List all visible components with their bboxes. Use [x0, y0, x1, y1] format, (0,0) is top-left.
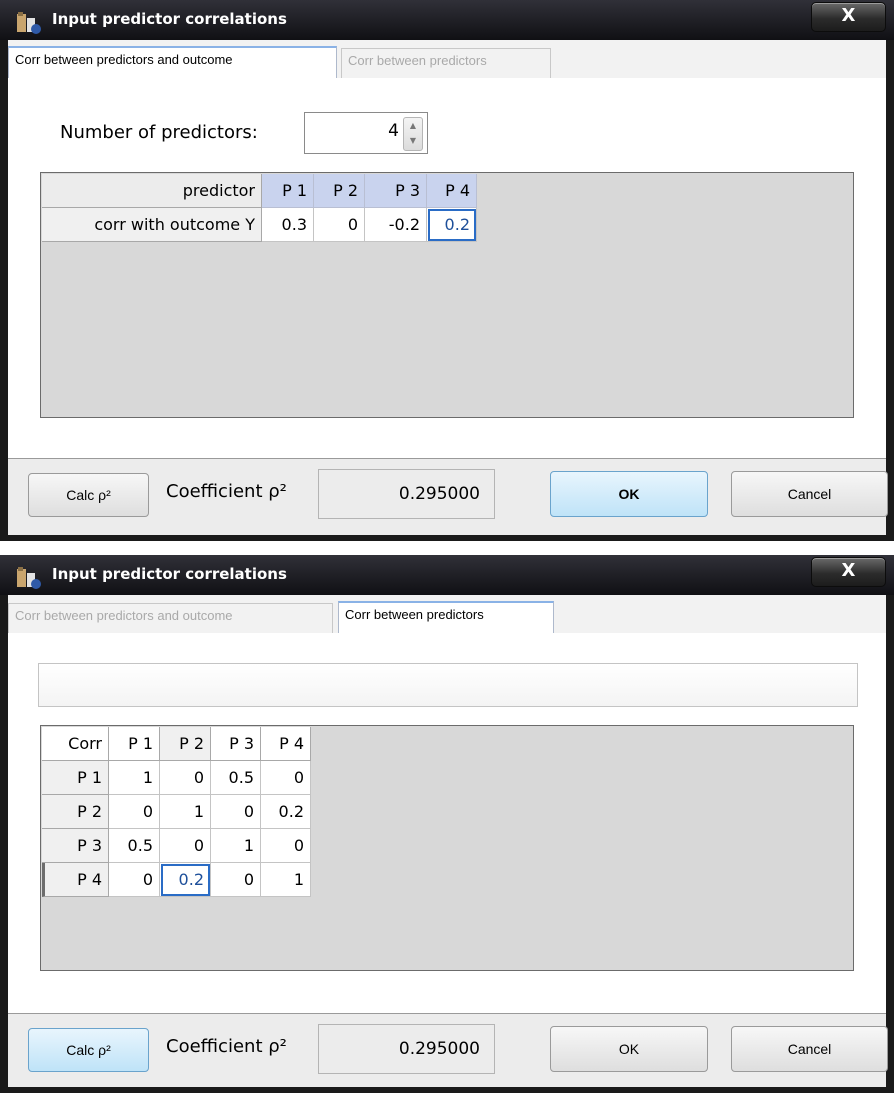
matrix-cell[interactable]: 0 [261, 829, 311, 863]
tab-corr-predictors-outcome[interactable]: Corr between predictors and outcome [8, 46, 337, 78]
window-title: Input predictor correlations [52, 10, 287, 28]
row-header: P 1 [42, 761, 109, 795]
ok-button[interactable]: OK [550, 1026, 708, 1072]
matrix-cell-selected[interactable]: 0.2 [160, 863, 211, 897]
column-header[interactable]: P 4 [427, 174, 477, 208]
ok-button-label: OK [618, 1041, 640, 1057]
close-icon: X [841, 560, 856, 581]
tab-corr-predictors-outcome[interactable]: Corr between predictors and outcome [8, 603, 333, 633]
predictor-correlation-matrix: Corr P 1 P 2 P 3 P 4 P 1 1 0 0.5 0 P 2 0… [40, 725, 854, 971]
table-cell[interactable]: 0.3 [262, 208, 314, 242]
dialog-body: Corr between predictors and outcome Corr… [8, 595, 888, 1087]
column-header[interactable]: P 1 [262, 174, 314, 208]
row-header: P 2 [42, 795, 109, 829]
tab-pane: Corr between predictors and outcome Corr… [8, 595, 886, 1014]
tab-content: Number of predictors: 4 ▲ ▼ predictor P … [8, 78, 886, 458]
matrix-cell[interactable]: 0 [109, 795, 160, 829]
close-button[interactable]: X [811, 2, 886, 32]
matrix-cell[interactable]: 0 [109, 863, 160, 897]
calc-button[interactable]: Calc ρ² [28, 1028, 149, 1072]
tab-pane: Corr between predictors and outcome Corr… [8, 40, 886, 459]
matrix-cell[interactable]: 0 [160, 829, 211, 863]
cancel-button[interactable]: Cancel [731, 471, 888, 517]
calc-button-label: Calc ρ² [66, 487, 111, 503]
column-header[interactable]: P 2 [314, 174, 365, 208]
matrix-cell[interactable]: 1 [109, 761, 160, 795]
row-header: corr with outcome Y [42, 208, 262, 242]
title-bar[interactable]: Input predictor correlations X [0, 555, 894, 595]
close-icon: X [841, 5, 856, 26]
matrix-cell[interactable]: 0 [211, 795, 261, 829]
window-title: Input predictor correlations [52, 565, 287, 583]
dialog-outcome-correlations: Input predictor correlations X Corr betw… [0, 0, 894, 541]
column-header[interactable]: P 1 [109, 727, 160, 761]
corner-header: Corr [42, 727, 109, 761]
coefficient-label: Coefficient ρ² [166, 1036, 287, 1057]
app-icon [17, 567, 41, 589]
info-panel [38, 663, 858, 707]
chevron-down-icon[interactable]: ▼ [404, 133, 422, 149]
matrix-cell[interactable]: 0 [211, 863, 261, 897]
matrix-cell[interactable]: 0.5 [211, 761, 261, 795]
tab-strip: Corr between predictors and outcome Corr… [8, 46, 886, 78]
column-header[interactable]: P 3 [211, 727, 261, 761]
cancel-button-label: Cancel [787, 486, 832, 502]
chevron-up-icon[interactable]: ▲ [404, 118, 422, 134]
calc-button-label: Calc ρ² [66, 1042, 111, 1058]
coefficient-value: 0.295000 [318, 469, 495, 519]
tab-strip: Corr between predictors and outcome Corr… [8, 601, 886, 633]
row-header: P 3 [42, 829, 109, 863]
num-predictors-label: Number of predictors: [60, 122, 258, 143]
num-predictors-stepper[interactable]: 4 ▲ ▼ [304, 112, 428, 154]
table-cell-selected[interactable]: 0.2 [427, 208, 477, 242]
coefficient-label: Coefficient ρ² [166, 481, 287, 502]
dialog-body: Corr between predictors and outcome Corr… [8, 40, 888, 535]
tab-corr-between-predictors[interactable]: Corr between predictors [338, 601, 554, 633]
close-button[interactable]: X [811, 557, 886, 587]
calc-button[interactable]: Calc ρ² [28, 473, 149, 517]
outcome-correlation-table: predictor P 1 P 2 P 3 P 4 corr with outc… [40, 172, 854, 418]
matrix-cell[interactable]: 0 [160, 761, 211, 795]
matrix-cell[interactable]: 1 [160, 795, 211, 829]
matrix-cell[interactable]: 0 [261, 761, 311, 795]
app-icon [17, 12, 41, 34]
ok-button[interactable]: OK [550, 471, 708, 517]
matrix-cell[interactable]: 1 [211, 829, 261, 863]
cancel-button-label: Cancel [787, 1041, 832, 1057]
column-header[interactable]: P 2 [160, 727, 211, 761]
num-predictors-value: 4 [388, 121, 399, 141]
title-bar[interactable]: Input predictor correlations X [0, 0, 894, 40]
button-bar: Calc ρ² Coefficient ρ² 0.295000 OK Cance… [8, 1014, 888, 1087]
column-header[interactable]: P 3 [365, 174, 427, 208]
coefficient-value: 0.295000 [318, 1024, 495, 1074]
tab-corr-between-predictors[interactable]: Corr between predictors [341, 48, 551, 78]
ok-button-label: OK [618, 486, 640, 502]
table-cell[interactable]: 0 [314, 208, 365, 242]
dialog-predictor-correlations: Input predictor correlations X Corr betw… [0, 555, 894, 1093]
tab-content: Corr P 1 P 2 P 3 P 4 P 1 1 0 0.5 0 P 2 0… [8, 633, 886, 1013]
cancel-button[interactable]: Cancel [731, 1026, 888, 1072]
button-bar: Calc ρ² Coefficient ρ² 0.295000 OK Cance… [8, 459, 888, 535]
corner-header: predictor [42, 174, 262, 208]
table-cell[interactable]: -0.2 [365, 208, 427, 242]
matrix-cell[interactable]: 0.2 [261, 795, 311, 829]
matrix-cell[interactable]: 1 [261, 863, 311, 897]
stepper-buttons[interactable]: ▲ ▼ [403, 117, 423, 151]
row-header-selected: P 4 [42, 863, 109, 897]
column-header[interactable]: P 4 [261, 727, 311, 761]
matrix-cell[interactable]: 0.5 [109, 829, 160, 863]
